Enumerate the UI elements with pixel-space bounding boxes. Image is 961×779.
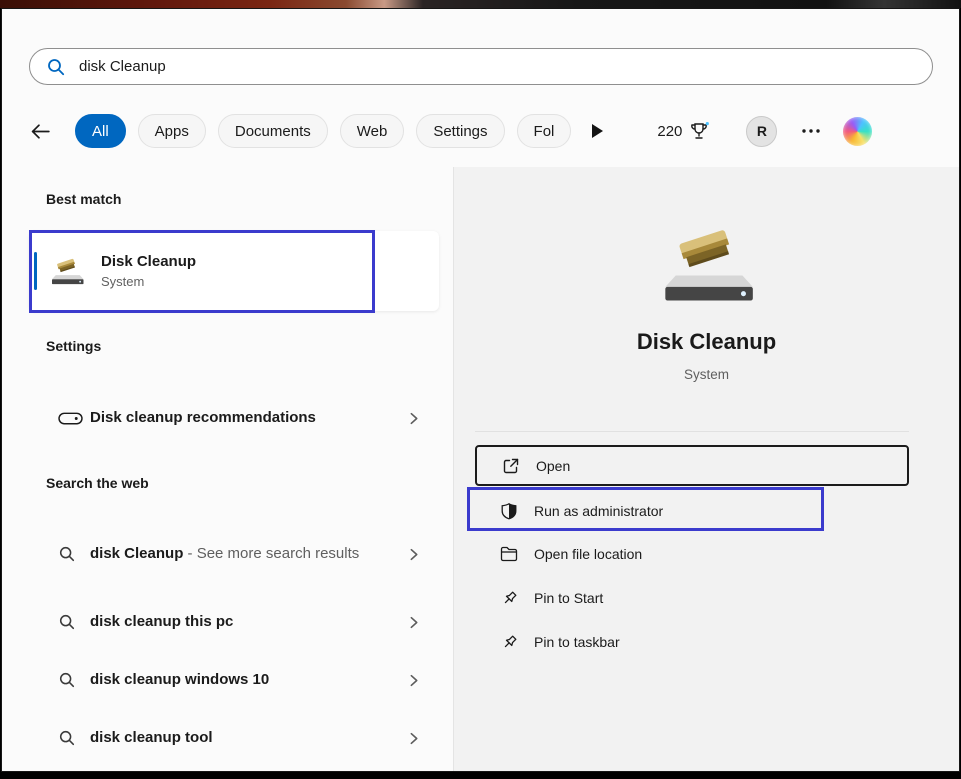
action-pin-to-taskbar[interactable]: Pin to taskbar: [475, 624, 909, 660]
windows-search-flyout: All Apps Documents Web Settings Fol 220 …: [1, 8, 960, 772]
selection-indicator: [34, 252, 37, 290]
chevron-right-icon[interactable]: [406, 411, 421, 426]
action-label: Pin to taskbar: [534, 634, 620, 650]
search-icon: [58, 671, 84, 689]
pin-icon: [499, 634, 519, 651]
chevron-right-icon[interactable]: [406, 547, 421, 562]
chevron-right-icon[interactable]: [406, 615, 421, 630]
copilot-icon[interactable]: [843, 117, 872, 146]
web-suggestion-item[interactable]: disk cleanup this pc: [29, 602, 439, 642]
disk-cleanup-icon: [49, 256, 85, 286]
action-open-file-location[interactable]: Open file location: [475, 536, 909, 572]
open-external-icon: [501, 457, 521, 475]
disk-cleanup-icon-large: [454, 223, 959, 305]
search-icon: [46, 57, 66, 77]
settings-result-item[interactable]: Disk cleanup recommendations: [29, 389, 439, 447]
pin-icon: [499, 590, 519, 607]
rewards-count: 220: [657, 123, 682, 140]
suggestion-query: disk cleanup this pc: [90, 613, 233, 630]
result-detail-pane: Disk Cleanup System Open: [453, 167, 959, 771]
action-label: Open: [536, 458, 570, 474]
web-suggestion-item[interactable]: disk cleanup windows 10: [29, 660, 439, 700]
tab-folders[interactable]: Fol: [517, 114, 572, 148]
storage-drive-icon: [58, 410, 84, 427]
app-subtitle: System: [454, 367, 959, 382]
rewards-trophy-icon: [688, 121, 710, 141]
action-label: Pin to Start: [534, 590, 603, 606]
tab-apps[interactable]: Apps: [138, 114, 206, 148]
tab-all[interactable]: All: [75, 114, 126, 148]
folder-icon: [499, 546, 519, 562]
desktop-background: [0, 0, 961, 8]
settings-result-title: Disk cleanup recommendations: [90, 404, 325, 432]
rewards-badge[interactable]: 220: [657, 121, 710, 141]
best-match-subtitle: System: [101, 274, 196, 289]
avatar[interactable]: R: [746, 116, 777, 147]
play-icon[interactable]: [589, 122, 605, 140]
action-open[interactable]: Open: [475, 445, 909, 486]
search-icon: [58, 545, 84, 563]
suggestion-query: disk Cleanup: [90, 545, 183, 562]
back-arrow-icon[interactable]: [29, 120, 63, 143]
tab-settings[interactable]: Settings: [416, 114, 504, 148]
settings-heading: Settings: [46, 338, 101, 354]
suggestion-query: disk cleanup windows 10: [90, 671, 269, 688]
suggestion-query: disk cleanup tool: [90, 729, 213, 746]
tab-documents[interactable]: Documents: [218, 114, 328, 148]
suggestion-suffix: - See more search results: [183, 545, 359, 562]
best-match-title: Disk Cleanup: [101, 253, 196, 270]
action-pin-to-start[interactable]: Pin to Start: [475, 580, 909, 616]
tab-web[interactable]: Web: [340, 114, 405, 148]
results-list-pane: Best match: [2, 167, 453, 771]
search-icon: [58, 613, 84, 631]
web-suggestion-item[interactable]: disk Cleanup - See more search results: [29, 525, 439, 583]
action-label: Open file location: [534, 546, 642, 562]
search-the-web-heading: Search the web: [46, 475, 149, 491]
chevron-right-icon[interactable]: [406, 673, 421, 688]
search-results-content: Best match: [2, 167, 959, 771]
filter-tabs-row: All Apps Documents Web Settings Fol 220 …: [29, 111, 933, 151]
divider: [475, 431, 909, 432]
search-input[interactable]: [77, 57, 916, 76]
web-suggestion-item[interactable]: disk cleanup tool: [29, 718, 439, 758]
best-match-heading: Best match: [46, 191, 121, 207]
admin-shield-icon: [499, 502, 519, 520]
action-run-as-administrator[interactable]: Run as administrator: [475, 491, 909, 531]
chevron-right-icon[interactable]: [406, 731, 421, 746]
search-icon: [58, 729, 84, 747]
action-label: Run as administrator: [534, 503, 663, 519]
search-bar[interactable]: [29, 48, 933, 85]
best-match-item[interactable]: Disk Cleanup System: [29, 231, 439, 311]
app-title: Disk Cleanup: [454, 329, 959, 355]
more-options-icon[interactable]: [801, 128, 821, 134]
